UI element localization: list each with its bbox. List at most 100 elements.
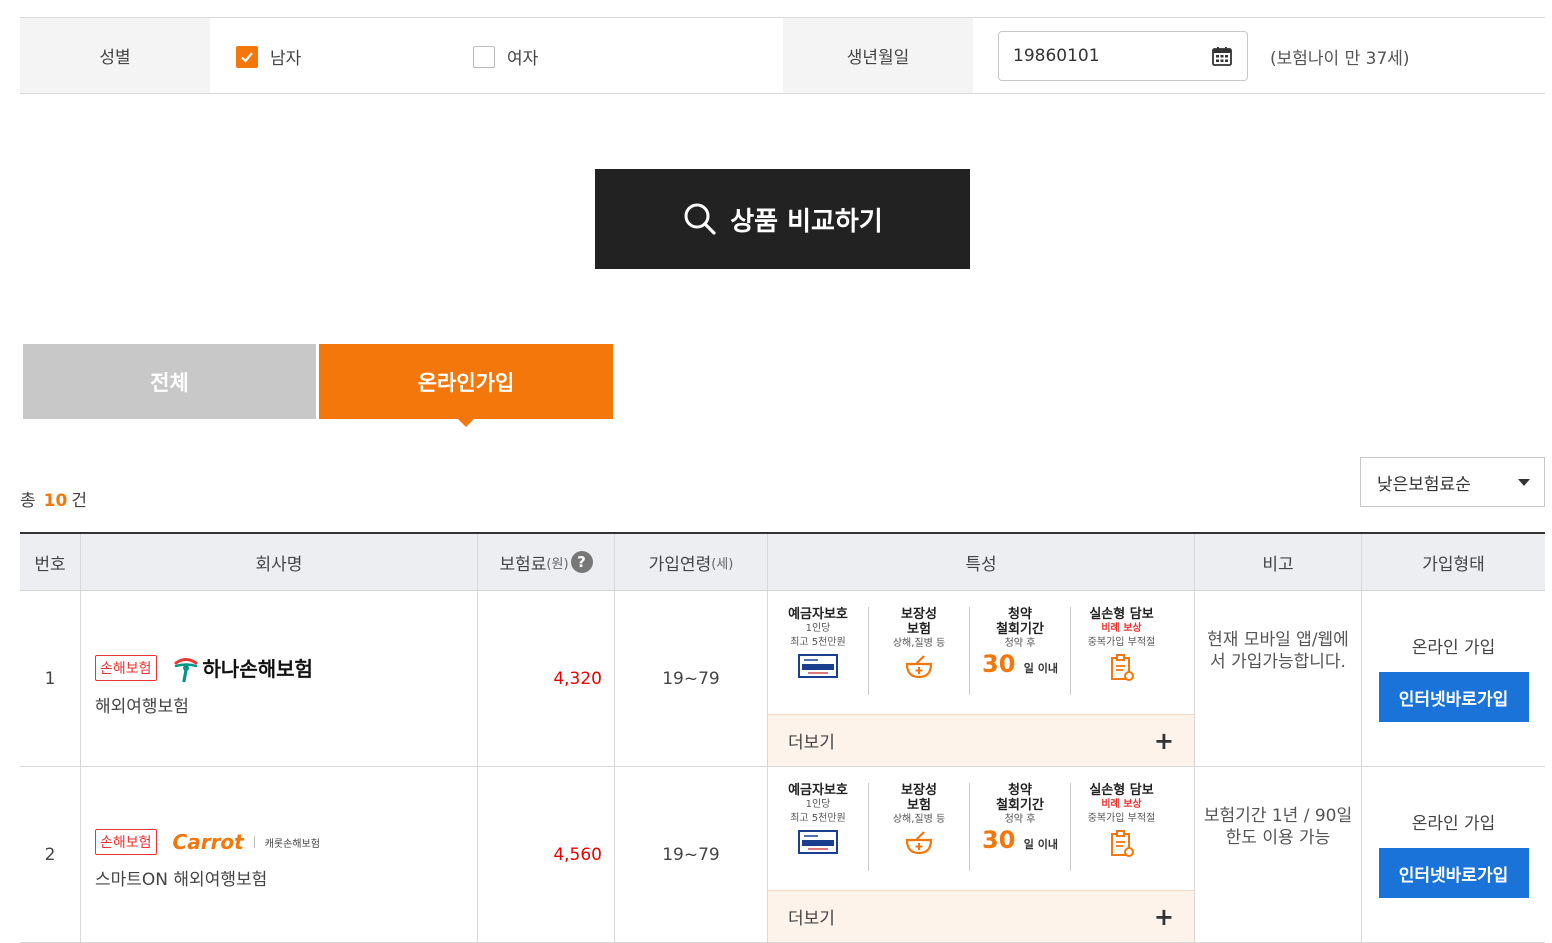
gender-female-checkbox[interactable]: 여자 (473, 44, 538, 69)
feature-title: 청약 (1008, 783, 1032, 798)
company-name: Carrot (172, 830, 244, 854)
gender-male-label: 남자 (270, 49, 302, 69)
hana-insurance-logo: 하나손해보험 (173, 653, 313, 682)
header-features: 특성 (768, 534, 1195, 590)
row-number: 1 (20, 591, 81, 766)
feature-sub: 1인당 (805, 623, 831, 634)
feature-indemnity: 실손형 담보 비례 보상 중복가입 부적절 (1071, 607, 1172, 695)
company-subname: 캐롯손해보험 (264, 838, 320, 850)
join-type: 온라인 가입 (1411, 814, 1496, 834)
more-button[interactable]: 더보기 + (768, 890, 1194, 942)
header-no: 번호 (20, 534, 81, 590)
header-age-unit: (세) (711, 556, 734, 572)
feature-title: 보장성 (901, 783, 937, 798)
category-badge: 손해보험 (95, 654, 157, 681)
feature-sub: 최고 5천만원 (790, 813, 846, 824)
compare-products-label: 상품 비교하기 (730, 206, 883, 237)
join-age-value: 19~79 (615, 591, 768, 766)
result-count-prefix: 총 (20, 491, 36, 511)
chevron-down-icon (1518, 478, 1530, 486)
header-premium: 보험료 (원)? (478, 534, 615, 590)
feature-indemnity: 실손형 담보 비례 보상 중복가입 부적절 (1071, 783, 1172, 871)
join-type: 온라인 가입 (1411, 638, 1496, 658)
note-text: 보험기간 1년 / 90일 한도 이용 가능 (1195, 767, 1362, 942)
header-age: 가입연령 (세) (615, 534, 768, 590)
compare-products-button[interactable]: 상품 비교하기 (595, 169, 970, 269)
product-table: 번호 회사명 보험료 (원)? 가입연령 (세) 특성 비고 가입형태 1 손해보험 (20, 532, 1545, 943)
sort-selected-value: 낮은보험료순 (1377, 474, 1471, 495)
features-cell: 예금자보호 1인당 최고 5천만원 보장성 보험 상해,질병 등 청약 철회기간… (768, 767, 1195, 942)
clipboard-icon (1110, 830, 1134, 857)
feature-highlight: 비례 보상 (1101, 799, 1142, 810)
result-count-suffix: 건 (71, 491, 87, 511)
withdrawal-days-unit: 일 이내 (1023, 662, 1058, 675)
feature-deposit-protection: 예금자보호 1인당 최고 5천만원 (768, 607, 869, 695)
gender-female-label: 여자 (507, 49, 539, 69)
feature-protection-insurance: 보장성 보험 상해,질병 등 (869, 607, 970, 695)
carrot-insurance-logo: Carrot 캐롯손해보험 (173, 830, 320, 854)
note-text: 현재 모바일 앱/웹에서 가입가능합니다. (1195, 591, 1362, 766)
feature-title: 실손형 담보 (1089, 783, 1154, 798)
feature-title: 보험 (907, 798, 931, 813)
feature-title: 실손형 담보 (1089, 607, 1154, 622)
kdic-seal-icon (798, 830, 838, 854)
feature-sub: 상해,질병 등 (892, 814, 946, 825)
result-count: 총 10 건 (20, 486, 87, 511)
checkbox-unchecked-icon[interactable] (473, 45, 495, 68)
result-count-number: 10 (43, 491, 68, 511)
feature-withdrawal-period: 청약 철회기간 청약 후 30 일 이내 (970, 607, 1071, 695)
help-icon[interactable]: ? (570, 551, 593, 573)
feature-deposit-protection: 예금자보호 1인당 최고 5천만원 (768, 783, 869, 871)
more-label: 더보기 (788, 733, 835, 753)
feature-title: 보험 (907, 622, 931, 637)
medical-bowl-icon (905, 655, 933, 679)
product-name: 해외여행보험 (95, 697, 189, 717)
withdrawal-days-number: 30 (982, 826, 1016, 854)
tab-all[interactable]: 전체 (23, 344, 316, 419)
medical-bowl-icon (905, 831, 933, 855)
plus-icon: + (1153, 902, 1174, 931)
more-button[interactable]: 더보기 + (768, 714, 1194, 766)
company-cell: 손해보험 Carrot 캐롯손해보험 스마트ON 해외여행보험 (81, 767, 478, 942)
feature-sub: 최고 5천만원 (790, 637, 846, 648)
feature-sub: 1인당 (805, 799, 831, 810)
feature-title: 철회기간 (996, 798, 1044, 813)
withdrawal-days: 30 일 이내 (982, 827, 1058, 858)
join-cell: 온라인 가입 인터넷바로가입 (1362, 767, 1545, 942)
table-row: 1 손해보험 하나손해보험 해외여행보험 4,320 19~79 예금자보호 1… (20, 591, 1545, 767)
tab-online-join[interactable]: 온라인가입 (319, 344, 613, 427)
feature-title: 청약 (1008, 607, 1032, 622)
header-company: 회사명 (81, 534, 478, 590)
internet-join-button[interactable]: 인터넷바로가입 (1378, 848, 1529, 898)
feature-sub: 청약 후 (1004, 638, 1036, 649)
company-name: 하나손해보험 (202, 657, 313, 681)
feature-sub: 중복가입 부적절 (1087, 637, 1156, 648)
category-badge: 손해보험 (95, 829, 157, 855)
search-form: 성별 남자 여자 생년월일 19860101 (보험나이 만 37세) (20, 17, 1545, 94)
internet-join-button[interactable]: 인터넷바로가입 (1378, 672, 1529, 722)
feature-title: 철회기간 (996, 622, 1044, 637)
company-cell: 손해보험 하나손해보험 해외여행보험 (81, 591, 478, 766)
gender-label: 성별 (20, 18, 210, 93)
table-row: 2 손해보험 Carrot 캐롯손해보험 스마트ON 해외여행보험 4,560 … (20, 767, 1545, 943)
feature-sub: 청약 후 (1004, 814, 1036, 825)
feature-title: 예금자보호 (788, 607, 848, 622)
birthdate-value: 19860101 (1013, 46, 1100, 66)
premium-value: 4,320 (478, 591, 615, 766)
join-age-value: 19~79 (615, 767, 768, 942)
logo-divider (253, 836, 255, 848)
birthdate-label: 생년월일 (783, 18, 973, 93)
sort-select[interactable]: 낮은보험료순 (1360, 457, 1545, 507)
birthdate-input[interactable]: 19860101 (998, 31, 1248, 81)
insurance-age-note: (보험나이 만 37세) (1270, 49, 1410, 69)
calendar-icon[interactable] (1211, 45, 1233, 67)
feature-sub: 중복가입 부적절 (1087, 813, 1156, 824)
checkbox-checked-icon[interactable] (236, 45, 258, 68)
header-join: 가입형태 (1422, 554, 1485, 575)
feature-protection-insurance: 보장성 보험 상해,질병 등 (869, 783, 970, 871)
header-premium-label: 보험료 (499, 554, 547, 575)
premium-value: 4,560 (478, 767, 615, 942)
table-header: 번호 회사명 보험료 (원)? 가입연령 (세) 특성 비고 가입형태 (20, 534, 1545, 591)
gender-male-checkbox[interactable]: 남자 (236, 44, 301, 69)
join-cell: 온라인 가입 인터넷바로가입 (1362, 591, 1545, 766)
